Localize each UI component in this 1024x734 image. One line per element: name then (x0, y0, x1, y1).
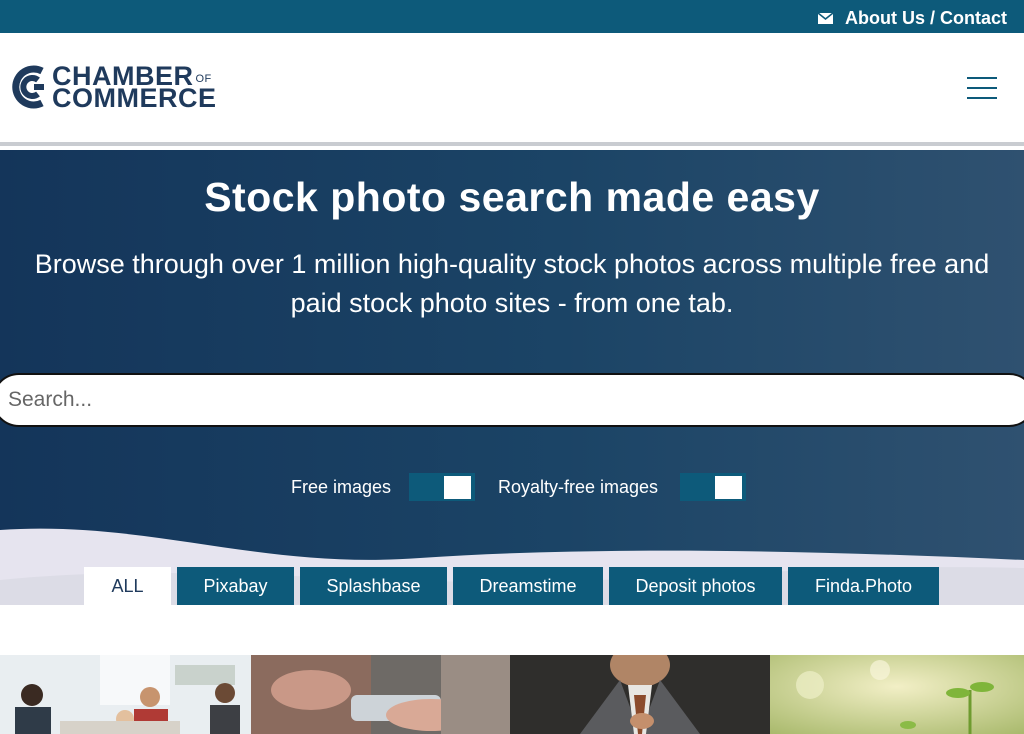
site-header: CHAMBER OF COMMERCE (0, 33, 1024, 146)
tab-pixabay[interactable]: Pixabay (177, 567, 294, 605)
free-images-label: Free images (291, 477, 392, 497)
about-contact-label: About Us / Contact (845, 8, 1007, 28)
toggle-knob (715, 476, 742, 499)
tab-dreamstime[interactable]: Dreamstime (453, 567, 603, 605)
source-tabs: ALL Pixabay Splashbase Dreamstime Deposi… (84, 567, 945, 605)
search-input[interactable] (0, 373, 1024, 427)
hero-subtitle: Browse through over 1 million high-quali… (0, 245, 1024, 323)
top-bar: About Us / Contact (0, 0, 1024, 33)
result-image-office-team[interactable] (0, 655, 251, 734)
hamburger-menu-icon[interactable] (967, 77, 997, 99)
hero-subtitle-line1: Browse through over 1 million high-quali… (34, 249, 990, 279)
filter-toggles: Free images Royalty-free images (0, 470, 1024, 504)
tab-finda-photo[interactable]: Finda.Photo (788, 567, 939, 605)
free-images-toggle[interactable] (409, 473, 475, 501)
about-contact-link[interactable]: About Us / Contact (818, 8, 1007, 29)
hero-subtitle-line2: paid stock photo sites - from one tab. (290, 288, 734, 318)
result-image-phone-hands[interactable] (251, 655, 510, 734)
chamber-logo-mark-icon (12, 65, 44, 109)
result-image-businessman[interactable] (510, 655, 770, 734)
envelope-icon (818, 13, 833, 24)
toggle-knob (444, 476, 471, 499)
logo-text: CHAMBER OF COMMERCE (52, 63, 217, 113)
hero-title: Stock photo search made easy (204, 174, 820, 220)
tab-splashbase[interactable]: Splashbase (300, 567, 447, 605)
tab-deposit-photos[interactable]: Deposit photos (609, 567, 782, 605)
site-logo[interactable]: CHAMBER OF COMMERCE (8, 63, 217, 113)
royalty-free-images-label: Royalty-free images (498, 477, 659, 497)
result-image-plant-sprout[interactable] (770, 655, 1024, 734)
tab-all[interactable]: ALL (84, 567, 171, 605)
hero-section: Stock photo search made easy Browse thro… (0, 150, 1024, 605)
royalty-free-images-toggle[interactable] (680, 473, 746, 501)
logo-commerce-text: COMMERCE (52, 83, 217, 113)
image-results (0, 655, 1024, 734)
